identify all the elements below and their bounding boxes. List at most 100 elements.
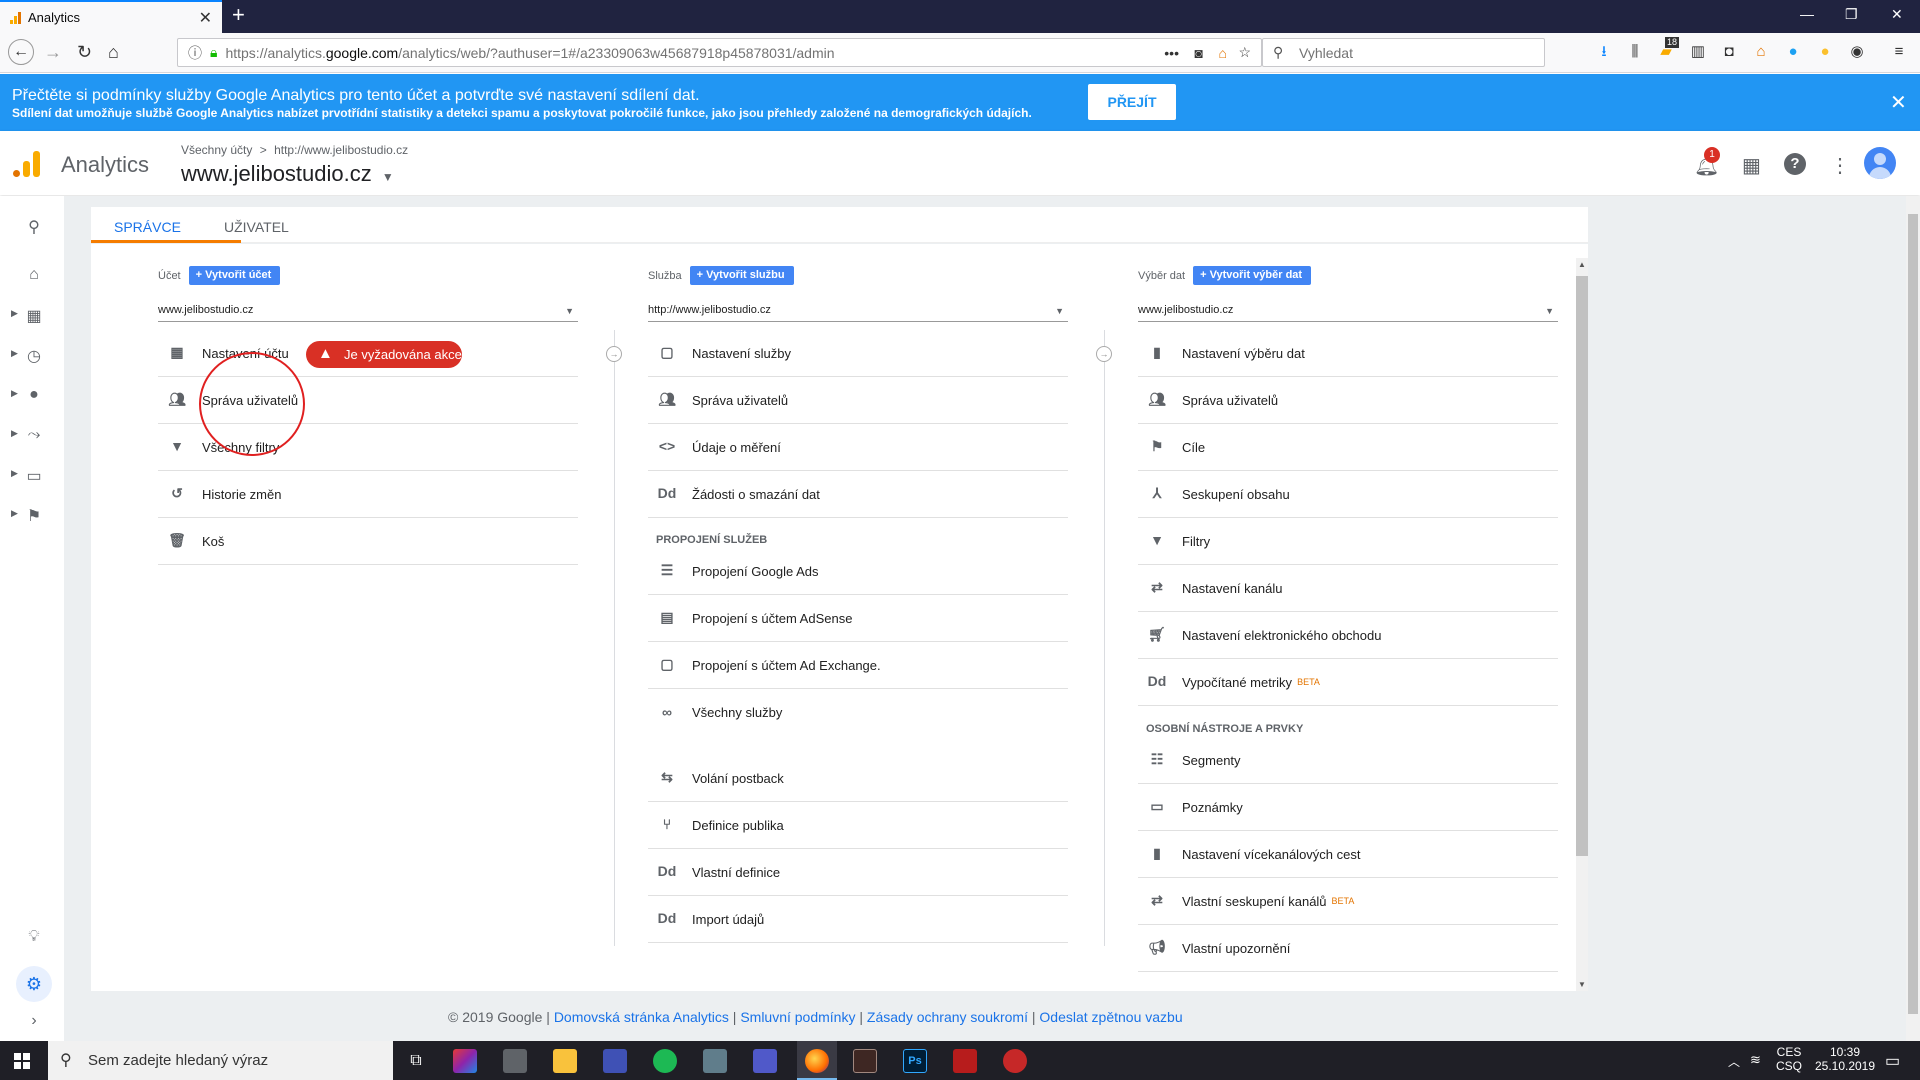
audience-person-icon[interactable]: ▶ ●	[11, 386, 44, 406]
minimize-icon[interactable]: —	[1800, 6, 1814, 22]
addon-circle-icon[interactable]: ●	[1784, 43, 1802, 61]
account-icon[interactable]: ◉	[1848, 43, 1866, 61]
info-icon[interactable]: ⓘ	[188, 43, 202, 63]
search-icon[interactable]: ⚲	[24, 217, 44, 237]
content-grouping-item[interactable]: ⅄ Seskupení obsahu	[1138, 471, 1558, 518]
help-icon[interactable]: ?	[1784, 153, 1806, 175]
custom-alerts-item[interactable]: 📢︎ Vlastní upozornění	[1138, 925, 1558, 972]
goals-item[interactable]: ⚑ Cíle	[1138, 424, 1558, 471]
banner-close-icon[interactable]: ✕	[1890, 90, 1907, 115]
back-icon[interactable]: ←	[8, 39, 34, 65]
addon-yellow-icon[interactable]: ●	[1816, 43, 1834, 61]
ad-exchange-link-item[interactable]: ▢ Propojení s účtem Ad Exchange.	[648, 642, 1068, 689]
menu-hamburger-icon[interactable]: ≡	[1890, 43, 1908, 61]
audience-definitions-item[interactable]: ⑂ Definice publika	[648, 802, 1068, 849]
create-property-button[interactable]: + Vytvořit službu	[689, 266, 794, 285]
library-icon[interactable]: ⫼	[1626, 43, 1644, 61]
search-field[interactable]: ⚲ Vyhledat	[1262, 38, 1545, 67]
filters-item[interactable]: ▼ Filtry	[1138, 518, 1558, 565]
property-settings-item[interactable]: ▢ Nastavení služby	[648, 330, 1068, 377]
scroll-down-arrow-icon[interactable]: ▼	[1578, 980, 1586, 989]
tray-chevron-icon[interactable]: ︿	[1728, 1053, 1740, 1070]
footer-link-home[interactable]: Domovská stránka Analytics	[554, 1009, 729, 1025]
annotations-item[interactable]: ▭ Poznámky	[1138, 784, 1558, 831]
custom-definitions-item[interactable]: Dd Vlastní definice	[648, 849, 1068, 896]
page-scrollbar[interactable]	[1906, 196, 1920, 1041]
reload-icon[interactable]: ↻	[77, 42, 92, 62]
behavior-icon[interactable]: ▶ ▭	[11, 466, 44, 486]
segments-item[interactable]: ☷ Segmenty	[1138, 737, 1558, 784]
folder-extension-icon[interactable]: ▰ 18	[1657, 37, 1680, 61]
property-user-management-item[interactable]: 👥︎ Správa uživatelů	[648, 377, 1068, 424]
account-selector[interactable]: www.jelibostudio.cz ▼	[181, 161, 394, 187]
sidebar-icon[interactable]: ▥	[1689, 43, 1707, 61]
breadcrumb-all-accounts[interactable]: Všechny účty	[181, 143, 252, 157]
extension-icon[interactable]: ⌂	[1219, 45, 1227, 61]
footer-link-privacy[interactable]: Zásady ochrany soukromí	[867, 1009, 1028, 1025]
more-vert-icon[interactable]: ⋮	[1830, 153, 1850, 178]
app-icon[interactable]	[703, 1049, 727, 1073]
file-explorer-icon[interactable]	[553, 1049, 577, 1073]
calculator-app-icon[interactable]	[503, 1049, 527, 1073]
restore-icon[interactable]: ❐	[1845, 6, 1858, 23]
admin-gear-icon[interactable]: ⚙	[16, 966, 52, 1002]
bookmark-star-icon[interactable]: ☆	[1238, 44, 1251, 61]
view-settings-item[interactable]: ▮ Nastavení výběru dat	[1138, 330, 1558, 377]
conversions-flag-icon[interactable]: ▶ ⚑	[11, 506, 44, 526]
wifi-icon[interactable]: ≋	[1750, 1052, 1761, 1068]
breadcrumb-property[interactable]: http://www.jelibostudio.cz	[274, 143, 408, 157]
view-dropdown[interactable]: www.jelibostudio.cz ▼	[1138, 300, 1558, 322]
scroll-up-arrow-icon[interactable]: ▲	[1578, 260, 1586, 269]
property-dropdown[interactable]: http://www.jelibostudio.cz ▼	[648, 300, 1068, 322]
notifications-icon[interactable]: ▭	[1885, 1051, 1900, 1071]
save-app-icon[interactable]	[603, 1049, 627, 1073]
ecommerce-settings-item[interactable]: 🛒︎ Nastavení elektronického obchodu	[1138, 612, 1558, 659]
trash-item[interactable]: 🗑︎ Koš	[158, 518, 578, 565]
apps-grid-icon[interactable]: ▦	[1742, 153, 1761, 178]
channel-settings-item[interactable]: ⇄ Nastavení kanálu	[1138, 565, 1558, 612]
paint-app-icon[interactable]	[453, 1049, 477, 1073]
panel-scrollbar[interactable]: ▲ ▼	[1576, 258, 1588, 991]
addon-home-icon[interactable]: ⌂	[1752, 43, 1770, 61]
new-tab-button[interactable]: +	[232, 4, 245, 26]
page-actions-icon[interactable]: •••	[1164, 45, 1179, 61]
footer-link-feedback[interactable]: Odeslat zpětnou vazbu	[1039, 1009, 1182, 1025]
tracking-info-item[interactable]: <> Údaje o měření	[648, 424, 1068, 471]
go-button[interactable]: PŘEJÍT	[1088, 84, 1176, 120]
task-view-icon[interactable]: ⧉	[404, 1049, 428, 1073]
screenshot-icon[interactable]: ◘	[1720, 43, 1738, 61]
language-indicator[interactable]: CES CSQ	[1776, 1045, 1802, 1073]
photoshop-app-icon[interactable]: Ps	[903, 1049, 927, 1073]
close-window-icon[interactable]: ✕	[1891, 6, 1903, 23]
calculated-metrics-item[interactable]: Dd Vypočítané metriky BETA	[1138, 659, 1558, 706]
action-required-badge[interactable]: ▲ Je vyžadována akce	[306, 341, 462, 368]
postbacks-item[interactable]: ⇆ Volání postback	[648, 755, 1068, 802]
data-deletion-item[interactable]: Dd Žádosti o smazání dat	[648, 471, 1068, 518]
analytics-logo-icon[interactable]	[13, 151, 41, 177]
user-avatar[interactable]	[1864, 147, 1896, 179]
url-bar[interactable]: ⓘ 🔒︎ https://analytics. google.com/analyt…	[177, 38, 1262, 67]
windows-start-icon[interactable]	[14, 1053, 30, 1069]
realtime-clock-icon[interactable]: ▶ ◷	[11, 346, 44, 366]
font-app-icon[interactable]	[853, 1049, 877, 1073]
change-history-item[interactable]: ↺ Historie změn	[158, 471, 578, 518]
home-icon[interactable]: ⌂	[108, 42, 119, 62]
firefox-app-icon[interactable]	[797, 1041, 837, 1080]
acrobat-app-icon[interactable]	[953, 1049, 977, 1073]
all-products-item[interactable]: ∞ Všechny služby	[648, 689, 1068, 736]
view-user-management-item[interactable]: 👥︎ Správa uživatelů	[1138, 377, 1558, 424]
tab-close-icon[interactable]: ✕	[199, 8, 212, 28]
footer-link-terms[interactable]: Smluvní podmínky	[740, 1009, 855, 1025]
create-account-button[interactable]: + Vytvořit účet	[188, 266, 281, 285]
download-icon[interactable]: ⭳	[1595, 43, 1613, 61]
scrollbar-thumb[interactable]	[1576, 276, 1588, 856]
notifications-bell-icon[interactable]: 🔔︎ 1	[1694, 147, 1720, 178]
taskbar-search-input[interactable]: ⚲ Sem zadejte hledaný výraz	[48, 1041, 393, 1080]
tab-user[interactable]: UŽIVATEL	[224, 219, 289, 235]
expand-chevron-icon[interactable]: ›	[24, 1012, 44, 1032]
app-red-icon[interactable]	[1003, 1049, 1027, 1073]
tab-admin[interactable]: SPRÁVCE	[114, 219, 181, 235]
page-scrollbar-thumb[interactable]	[1908, 214, 1918, 1014]
google-ads-link-item[interactable]: ☰ Propojení Google Ads	[648, 548, 1068, 595]
discover-bulb-icon[interactable]: 💡︎	[24, 928, 44, 948]
